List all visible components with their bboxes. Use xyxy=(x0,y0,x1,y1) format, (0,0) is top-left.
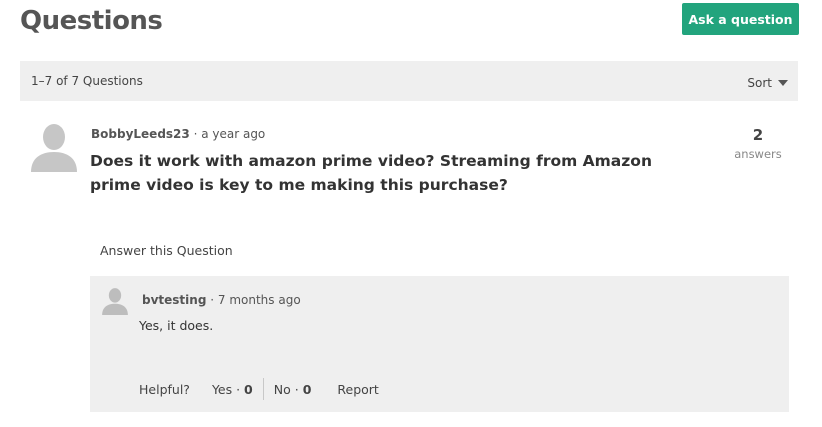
question-time: · a year ago xyxy=(193,127,266,141)
answer-time: · 7 months ago xyxy=(210,293,301,307)
answer-meta: bvtesting · 7 months ago xyxy=(142,293,301,307)
answer-count-number: 2 xyxy=(752,126,764,144)
answer-count[interactable]: 2 answers xyxy=(728,126,788,161)
page-title: Questions xyxy=(20,6,163,36)
user-silhouette-icon xyxy=(101,287,129,315)
sort-label: Sort xyxy=(747,76,772,90)
result-count: 1–7 of 7 Questions xyxy=(31,74,143,88)
question-author[interactable]: BobbyLeeds23 xyxy=(91,127,190,141)
vote-yes-button[interactable]: Yes · 0 xyxy=(212,382,253,397)
answer-count-label: answers xyxy=(734,147,782,161)
vote-yes-count: 0 xyxy=(244,381,253,397)
questions-toolbar: 1–7 of 7 Questions Sort xyxy=(20,61,798,101)
ask-question-button[interactable]: Ask a question xyxy=(682,3,799,35)
vote-divider xyxy=(262,378,264,400)
vote-no-button[interactable]: No · 0 xyxy=(274,382,312,397)
question-text: Does it work with amazon prime video? St… xyxy=(90,152,652,194)
vote-yes-label: Yes · xyxy=(211,381,241,397)
question-meta: BobbyLeeds23 · a year ago xyxy=(91,127,265,141)
report-button[interactable]: Report xyxy=(337,382,378,397)
answer-card: bvtesting · 7 months ago Yes, it does. H… xyxy=(90,276,789,412)
vote-no-count: 0 xyxy=(302,381,312,397)
user-silhouette-icon xyxy=(29,122,79,172)
answer-text: Yes, it does. xyxy=(139,318,214,333)
answer-author[interactable]: bvtesting xyxy=(142,293,206,307)
helpful-label: Helpful? xyxy=(139,381,190,397)
answer-this-question-link[interactable]: Answer this Question xyxy=(100,243,233,258)
sort-dropdown[interactable]: Sort xyxy=(747,76,788,90)
answer-feedback: Helpful? Yes · 0 No · 0 Report xyxy=(139,378,379,400)
vote-no-label: No · xyxy=(273,381,299,397)
caret-down-icon xyxy=(778,80,788,86)
